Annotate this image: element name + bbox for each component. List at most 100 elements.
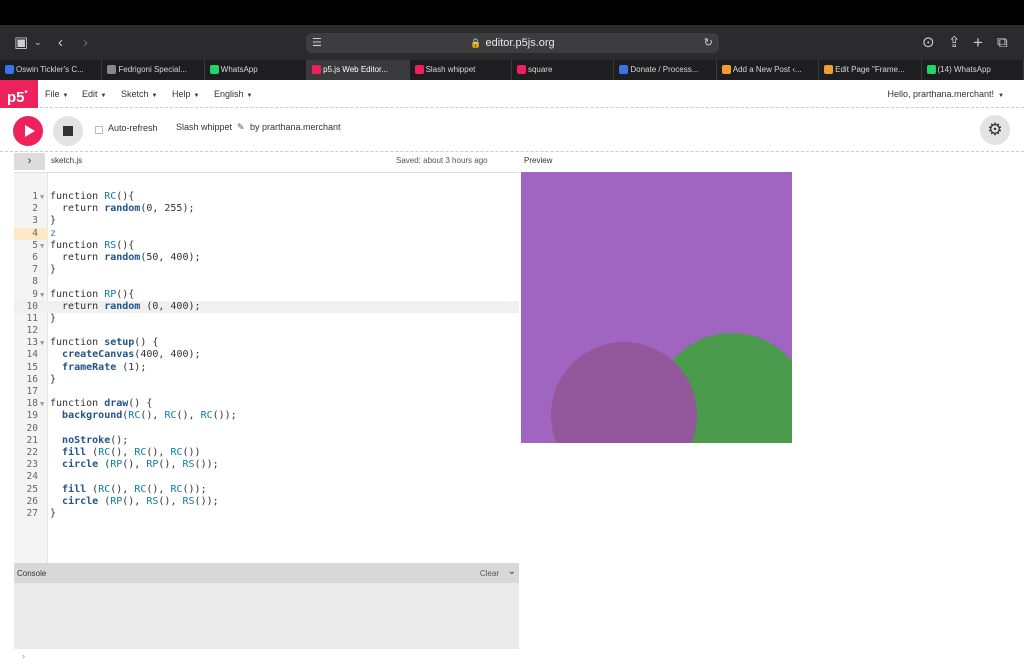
- menu-edit-label: Edit: [82, 89, 98, 99]
- browser-tab[interactable]: square: [512, 60, 615, 80]
- tab-label: p5.js Web Editor...: [323, 65, 388, 74]
- code-line[interactable]: 19 background(RC(), RC(), RC());: [14, 410, 519, 422]
- code-line[interactable]: 4z: [14, 227, 519, 240]
- menu-language[interactable]: English ▼: [214, 80, 252, 110]
- sidebar-expand-button[interactable]: ›: [14, 153, 45, 170]
- browser-tab[interactable]: Fedrigoni Special...: [102, 60, 205, 80]
- code-line[interactable]: 1 ▼ function RC(){: [14, 191, 519, 203]
- settings-button[interactable]: ⚙: [980, 115, 1010, 145]
- play-button[interactable]: [13, 116, 43, 146]
- line-number: 27: [26, 507, 38, 519]
- back-icon[interactable]: ‹: [58, 25, 63, 60]
- lock-icon: 🔒: [470, 38, 482, 48]
- code-line[interactable]: 3}: [14, 215, 519, 227]
- line-number: 19: [26, 410, 38, 422]
- line-number: 21: [26, 434, 38, 446]
- auto-refresh-checkbox[interactable]: [95, 126, 103, 134]
- browser-tab[interactable]: Slash whippet: [410, 60, 512, 80]
- code-line[interactable]: 12: [14, 325, 519, 337]
- browser-tab-strip: Oswin Tickler's C... Fedrigoni Special...…: [0, 60, 1024, 80]
- browser-tab[interactable]: Add a New Post ‹...: [717, 60, 820, 80]
- code-line[interactable]: 24: [14, 471, 519, 483]
- code-line[interactable]: 18 ▼ function draw() {: [14, 398, 519, 410]
- share-icon[interactable]: ⇪: [948, 25, 961, 60]
- code-line[interactable]: 9 ▼ function RP(){: [14, 289, 519, 301]
- tab-label: Fedrigoni Special...: [118, 65, 187, 74]
- code-text: }: [50, 312, 57, 324]
- code-text: }: [50, 215, 57, 227]
- code-line[interactable]: 23 circle (RP(), RP(), RS());: [14, 459, 519, 471]
- code-text: return random(50, 400);: [50, 251, 201, 263]
- browser-tab[interactable]: WhatsApp: [205, 60, 308, 80]
- preview-canvas[interactable]: [521, 172, 792, 443]
- code-text: }: [50, 264, 57, 276]
- fold-toggle-icon[interactable]: ▼: [40, 240, 44, 252]
- logo-asterisk: *: [24, 89, 28, 98]
- code-line[interactable]: 2 return random(0, 255);: [14, 203, 519, 215]
- new-tab-icon[interactable]: +: [973, 25, 983, 60]
- code-line[interactable]: 22 fill (RC(), RC(), RC()): [14, 447, 519, 459]
- code-line[interactable]: 16}: [14, 374, 519, 386]
- chevron-right-icon: ›: [22, 651, 25, 661]
- console-clear-button[interactable]: Clear: [480, 569, 499, 578]
- code-line[interactable]: 13 ▼ function setup() {: [14, 337, 519, 349]
- chevron-down-icon[interactable]: ⌄: [34, 25, 42, 60]
- menu-sketch[interactable]: Sketch ▼: [121, 80, 157, 110]
- code-text: noStroke();: [62, 434, 129, 446]
- code-line[interactable]: 21 noStroke();: [14, 435, 519, 447]
- user-menu[interactable]: Hello, prarthana.merchant! ▼: [887, 80, 1004, 110]
- address-bar[interactable]: ☰ 🔒 editor.p5js.org ↻: [306, 33, 719, 53]
- code-line[interactable]: 14 createCanvas(400, 400);: [14, 349, 519, 361]
- line-number: 22: [26, 446, 38, 458]
- pencil-icon[interactable]: ✎: [237, 122, 245, 133]
- chevron-down-icon[interactable]: ⌄: [508, 566, 516, 577]
- code-text: createCanvas(400, 400);: [62, 349, 201, 361]
- code-line[interactable]: 25 fill (RC(), RC(), RC());: [14, 484, 519, 496]
- browser-tab[interactable]: Donate / Process...: [614, 60, 717, 80]
- code-text: circle (RP(), RS(), RS());: [62, 495, 219, 507]
- code-line[interactable]: 26 circle (RP(), RS(), RS());: [14, 496, 519, 508]
- code-line[interactable]: 10 return random (0, 400);: [14, 300, 519, 313]
- tab-favicon-icon: [107, 65, 117, 74]
- chevron-down-icon: ▼: [62, 93, 69, 99]
- sidebar-toggle-icon[interactable]: ▣: [14, 25, 28, 60]
- menu-language-label: English: [214, 89, 244, 99]
- browser-tab[interactable]: Edit Page "Frame...: [819, 60, 922, 80]
- sketch-name[interactable]: Slash whippet: [176, 122, 232, 132]
- code-line[interactable]: 7}: [14, 264, 519, 276]
- code-line[interactable]: 5 ▼ function RS(){: [14, 240, 519, 252]
- browser-tab[interactable]: (14) WhatsApp: [922, 60, 1024, 80]
- menu-edit[interactable]: Edit ▼: [82, 80, 106, 110]
- code-line[interactable]: 8: [14, 276, 519, 288]
- code-editor[interactable]: 1 ▼ function RC(){2 return random(0, 255);…: [14, 172, 519, 564]
- code-line[interactable]: 6 return random(50, 400);: [14, 252, 519, 264]
- p5-logo[interactable]: p5*: [0, 80, 38, 108]
- fold-toggle-icon[interactable]: ▼: [40, 191, 44, 203]
- code-line[interactable]: 15 frameRate (1);: [14, 362, 519, 374]
- page-settings-icon[interactable]: ☰: [312, 33, 322, 53]
- reload-icon[interactable]: ↻: [704, 33, 713, 53]
- menu-file[interactable]: File ▼: [45, 80, 68, 110]
- code-line[interactable]: 11}: [14, 313, 519, 325]
- saved-status: Saved: about 3 hours ago: [396, 156, 488, 165]
- code-lines: 1 ▼ function RC(){2 return random(0, 255);…: [14, 191, 519, 520]
- fold-toggle-icon[interactable]: ▼: [40, 337, 44, 349]
- browser-tab[interactable]: p5.js Web Editor...: [307, 60, 410, 80]
- console-input[interactable]: ›: [14, 649, 519, 665]
- code-line[interactable]: 17: [14, 386, 519, 398]
- line-number: 23: [26, 459, 38, 471]
- code-line[interactable]: 20: [14, 423, 519, 435]
- browser-tab[interactable]: Oswin Tickler's C...: [0, 60, 103, 80]
- code-text: fill (RC(), RC(), RC()): [62, 446, 201, 458]
- forward-icon[interactable]: ›: [83, 25, 88, 60]
- code-line[interactable]: 27}: [14, 508, 519, 520]
- stop-button[interactable]: [53, 116, 83, 146]
- tab-overview-icon[interactable]: ⧉: [997, 25, 1008, 60]
- fold-toggle-icon[interactable]: ▼: [40, 398, 44, 410]
- fold-toggle-icon[interactable]: ▼: [40, 289, 44, 301]
- menu-help[interactable]: Help ▼: [172, 80, 199, 110]
- download-icon[interactable]: ⊙: [922, 25, 935, 60]
- line-number: 25: [26, 483, 38, 495]
- auto-refresh-label: Auto-refresh: [108, 123, 158, 133]
- line-number: 6: [32, 251, 38, 263]
